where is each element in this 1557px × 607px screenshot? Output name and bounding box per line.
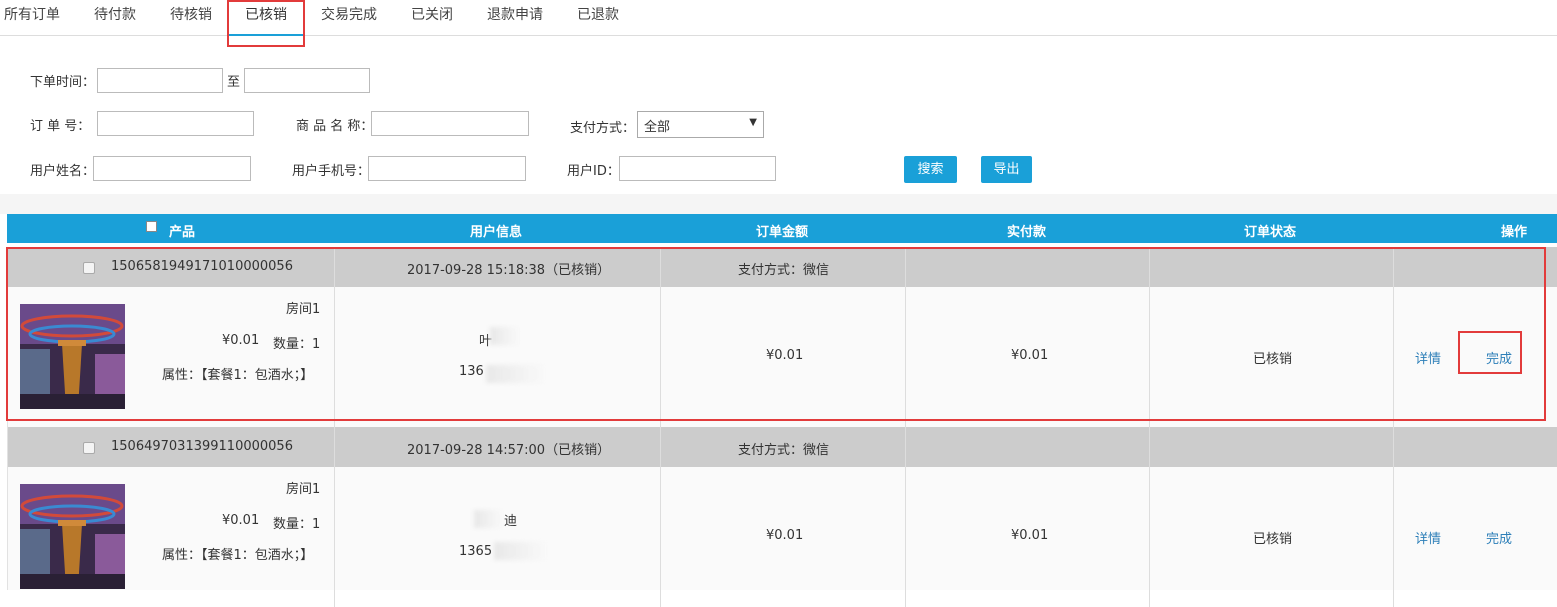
order-no-label: 订 单 号： [30,119,91,134]
complete-link[interactable]: 完成 [1486,528,1512,547]
order-time-start-input[interactable] [97,68,223,93]
tab-completed[interactable]: 交易完成 [321,0,377,36]
filter-panel: 下单时间： 至 订 单 号： 商 品 名 称： 支付方式： 全部 ▼ 用户姓名：… [0,36,1557,194]
column-divider [1393,427,1394,607]
tab-closed[interactable]: 已关闭 [411,0,453,36]
product-name-input[interactable] [371,111,529,136]
order-no-input[interactable] [97,111,254,136]
column-divider [660,427,661,607]
order-highlight-box [6,247,1546,421]
tab-pending-payment[interactable]: 待付款 [94,0,136,36]
column-divider [334,427,335,607]
paid-amount: ¥0.01 [1011,528,1049,543]
pay-method-value: 全部 [644,120,671,135]
redaction-blur [494,542,548,560]
chevron-down-icon: ▼ [749,117,757,128]
column-divider [1149,427,1150,607]
order-checkbox[interactable] [83,442,95,454]
user-phone-input[interactable] [368,156,526,181]
user-phone-label: 用户手机号： [292,164,371,179]
order-number: 1506497031399110000056 [111,439,293,454]
column-divider [905,427,906,607]
product-quantity: 数量：1 [273,517,321,532]
header-user-info: 用户信息 [470,225,523,240]
order-time-end-input[interactable] [244,68,370,93]
export-button[interactable]: 导出 [981,156,1032,183]
order-pay-method: 支付方式：微信 [738,443,830,458]
search-button[interactable]: 搜索 [904,156,957,183]
order-time-status: 2017-09-28 14:57:00（已核销） [407,443,611,458]
product-thumbnail[interactable] [20,484,125,589]
header-status: 订单状态 [1244,225,1297,240]
to-label: 至 [227,75,241,90]
product-attributes: 属性：【套餐1：包酒水；】 [162,548,314,563]
user-name: 迪 [504,514,518,529]
user-id-input[interactable] [619,156,776,181]
user-phone: 1365 [459,544,493,559]
table-header: 产品 用户信息 订单金额 实付款 订单状态 操作 [7,214,1557,243]
user-name-input[interactable] [93,156,251,181]
section-gap [0,194,1557,214]
user-id-label: 用户ID： [567,164,620,179]
tab-refunded[interactable]: 已退款 [577,0,619,36]
tab-pending-verification[interactable]: 待核销 [170,0,212,36]
product-name: 房间1 [286,482,321,497]
product-price: ¥0.01 [222,513,260,528]
order-row: 1506497031399110000056 2017-09-28 14:57:… [7,427,1557,607]
redaction-blur [474,510,504,528]
header-product: 产品 [169,225,196,240]
select-all-checkbox[interactable] [146,221,157,232]
header-paid: 实付款 [1007,225,1047,240]
detail-link[interactable]: 详情 [1415,528,1441,547]
tab-refund-request[interactable]: 退款申请 [487,0,543,36]
header-actions: 操作 [1501,225,1528,240]
user-name-label: 用户姓名： [30,164,96,179]
order-status: 已核销 [1253,532,1293,547]
pay-method-label: 支付方式： [570,121,636,136]
complete-highlight-box [1458,331,1522,374]
pay-method-select[interactable]: 全部 ▼ [637,111,764,138]
header-order-amount: 订单金额 [756,225,809,240]
order-time-label: 下单时间： [30,75,96,90]
product-name-label: 商 品 名 称： [296,119,374,134]
tab-all-orders[interactable]: 所有订单 [4,0,60,36]
order-amount: ¥0.01 [766,528,804,543]
